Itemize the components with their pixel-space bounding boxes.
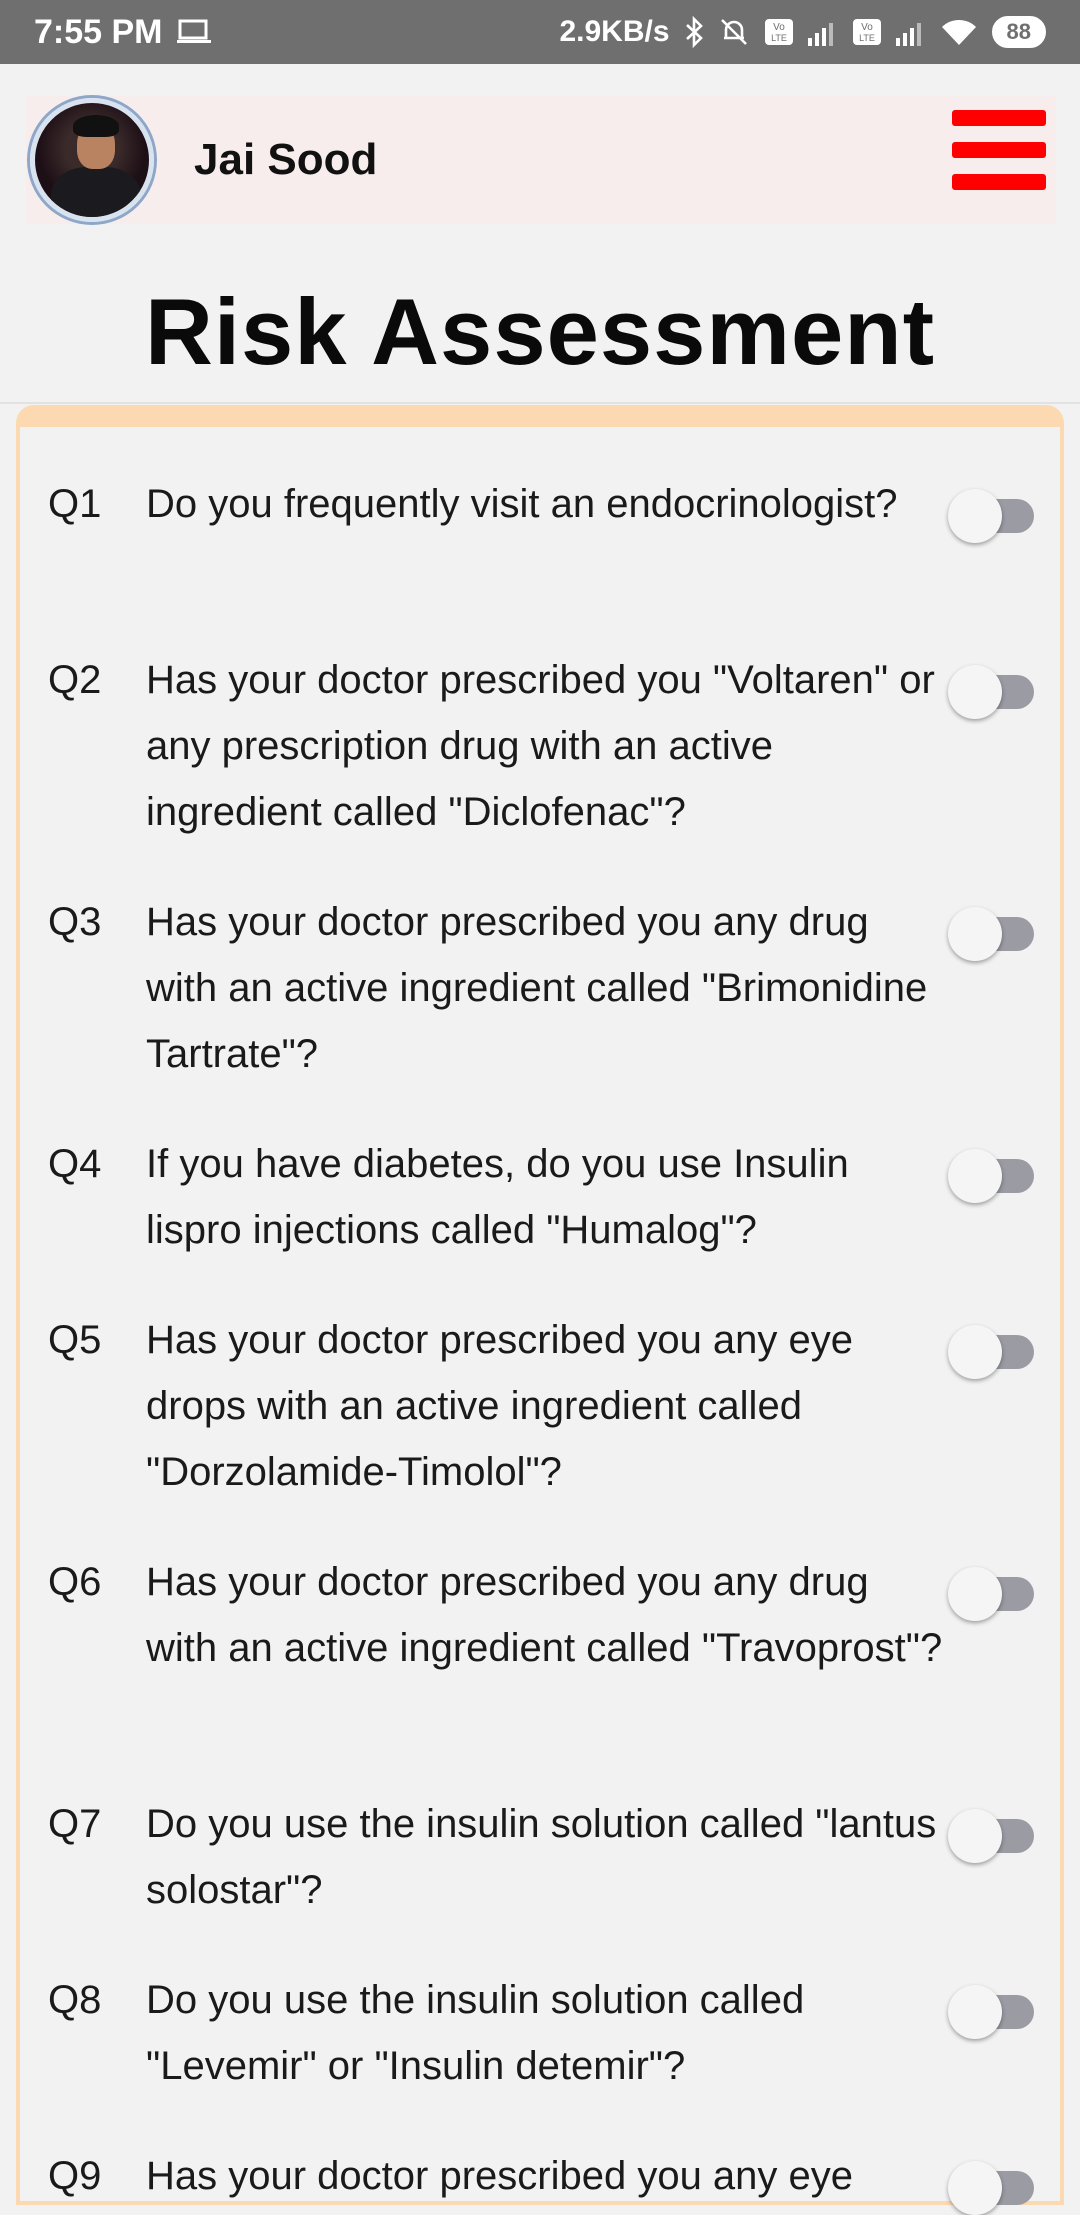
- question-text: Has your doctor prescribed you any eye d…: [146, 1318, 854, 1494]
- svg-text:LTE: LTE: [859, 33, 875, 43]
- question-number: Q7: [48, 1802, 102, 1846]
- question-item: Q6 Has your doctor prescribed you any dr…: [48, 1549, 1048, 1681]
- question-toggle[interactable]: [948, 489, 1038, 543]
- question-number: Q8: [48, 1978, 102, 2022]
- bluetooth-icon: [684, 16, 704, 48]
- question-number: Q1: [48, 482, 102, 526]
- svg-text:LTE: LTE: [771, 33, 787, 43]
- question-text: Has your doctor prescribed you any drug …: [146, 900, 928, 1076]
- svg-text:Vo: Vo: [773, 22, 785, 33]
- signal-icon: [807, 18, 838, 46]
- status-bar: 7:55 PM 2.9KB/s Vo LTE Vo LTE 88: [0, 0, 1080, 64]
- net-speed: 2.9KB/s: [559, 15, 670, 48]
- question-item: Q9 Has your doctor prescribed you any ey…: [48, 2143, 1048, 2215]
- question-toggle[interactable]: [948, 1567, 1038, 1621]
- question-item: Q1 Do you frequently visit an endocrinol…: [48, 471, 1048, 543]
- question-toggle[interactable]: [948, 665, 1038, 719]
- question-toggle[interactable]: [948, 1149, 1038, 1203]
- question-item: Q4 If you have diabetes, do you use Insu…: [48, 1131, 1048, 1263]
- question-toggle[interactable]: [948, 2161, 1038, 2215]
- question-item: Q7 Do you use the insulin solution calle…: [48, 1791, 1048, 1923]
- questions-card: Q1 Do you frequently visit an endocrinol…: [16, 405, 1064, 2215]
- divider: [0, 402, 1080, 404]
- profile-header: Jai Sood: [26, 96, 1056, 224]
- question-number: Q2: [48, 658, 102, 702]
- status-time: 7:55 PM: [34, 12, 163, 51]
- battery-icon: 88: [991, 16, 1046, 48]
- question-toggle[interactable]: [948, 1325, 1038, 1379]
- question-item: Q5 Has your doctor prescribed you any ey…: [48, 1307, 1048, 1505]
- hamburger-menu-icon[interactable]: [952, 110, 1046, 190]
- question-text: Do you use the insulin solution called "…: [146, 1802, 937, 1912]
- question-number: Q6: [48, 1560, 102, 1604]
- avatar[interactable]: [30, 98, 154, 222]
- volte-icon: Vo LTE: [852, 18, 882, 46]
- profile-name: Jai Sood: [194, 135, 378, 184]
- question-number: Q3: [48, 900, 102, 944]
- question-item: Q8 Do you use the insulin solution calle…: [48, 1967, 1048, 2099]
- question-text: Has your doctor prescribed you "Voltaren…: [146, 658, 935, 834]
- question-item: Q3 Has your doctor prescribed you any dr…: [48, 889, 1048, 1087]
- question-number: Q9: [48, 2154, 102, 2198]
- mute-bell-icon: [718, 16, 750, 48]
- question-text: Has your doctor prescribed you any drug …: [146, 1560, 943, 1670]
- question-item: Q2 Has your doctor prescribed you "Volta…: [48, 647, 1048, 845]
- question-text: Do you frequently visit an endocrinologi…: [146, 482, 898, 526]
- question-text: Do you use the insulin solution called "…: [146, 1978, 805, 2088]
- question-text: Has your doctor prescribed you any eye: [146, 2154, 854, 2198]
- question-number: Q5: [48, 1318, 102, 1362]
- signal-icon: [895, 18, 926, 46]
- wifi-icon: [940, 17, 978, 47]
- question-text: If you have diabetes, do you use Insulin…: [146, 1142, 849, 1252]
- screen-cast-icon: [176, 19, 211, 45]
- svg-text:Vo: Vo: [861, 22, 873, 33]
- question-number: Q4: [48, 1142, 102, 1186]
- question-toggle[interactable]: [948, 907, 1038, 961]
- question-toggle[interactable]: [948, 1809, 1038, 1863]
- page-title: Risk Assessment: [144, 279, 936, 384]
- question-toggle[interactable]: [948, 1985, 1038, 2039]
- volte-icon: Vo LTE: [764, 18, 794, 46]
